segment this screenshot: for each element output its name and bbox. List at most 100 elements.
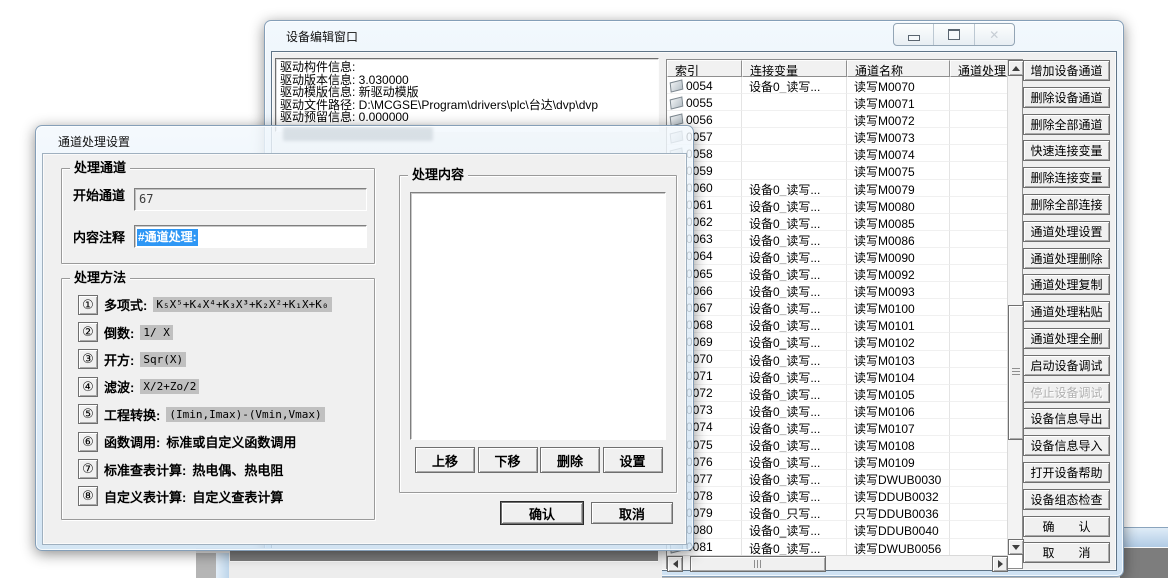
minimize-button[interactable] [894, 24, 934, 45]
sidebar-button[interactable]: 增加设备通道 [1023, 60, 1110, 81]
method-label: 工程转换: [104, 405, 160, 424]
triangle-left-icon [673, 560, 678, 568]
sidebar-button[interactable]: 启动设备调试 [1023, 355, 1110, 376]
table-row[interactable]: 0072设备0_读写...读写M0105 [667, 385, 1008, 402]
sidebar-button[interactable]: 确 认 [1023, 516, 1110, 537]
sidebar-button[interactable]: 打开设备帮助 [1023, 462, 1110, 483]
table-row[interactable]: 0060设备0_读写...读写M0079 [667, 180, 1008, 197]
content-button[interactable]: 删除 [540, 447, 600, 473]
sidebar-button[interactable]: 通道处理复制 [1023, 274, 1110, 295]
table-row[interactable]: 0063设备0_读写...读写M0086 [667, 231, 1008, 248]
methods-list: ①多项式:K₅X⁵+K₄X⁴+K₃X³+K₂X²+K₁X+K₀②倒数:1/ X③… [78, 291, 366, 510]
sidebar-button[interactable]: 设备组态检查 [1023, 489, 1110, 510]
cell-processing [950, 145, 1008, 162]
close-button[interactable]: ✕ [975, 24, 1014, 45]
table-row[interactable]: 0070设备0_读写...读写M0103 [667, 351, 1008, 368]
table-row[interactable]: 0069设备0_读写...读写M0102 [667, 333, 1008, 350]
horizontal-scrollbar-thumb[interactable] [690, 556, 826, 572]
process-content-listbox[interactable] [410, 192, 666, 440]
table-row[interactable]: 0066设备0_读写...读写M0093 [667, 282, 1008, 299]
table-row[interactable]: 0061设备0_读写...读写M0080 [667, 197, 1008, 214]
table-row[interactable]: 0080设备0_读写...读写DDUB0040 [667, 521, 1008, 538]
table-row[interactable]: 0071设备0_读写...读写M0104 [667, 368, 1008, 385]
cell-processing [950, 333, 1008, 350]
table-row[interactable]: 0076设备0_读写...读写M0109 [667, 453, 1008, 470]
confirm-button[interactable]: 确认 [501, 502, 583, 524]
cell-channel-name: 读写M0092 [847, 265, 950, 282]
table-row[interactable]: 0054设备0_读写...读写M0070 [667, 77, 1008, 94]
table-row[interactable]: 0065设备0_读写...读写M0092 [667, 265, 1008, 282]
table-row[interactable]: 0081设备0_读写...读写DWUB0056 [667, 539, 1008, 555]
method-number-button[interactable]: ⑧ [78, 486, 98, 506]
sidebar-button[interactable]: 快速连接变量 [1023, 140, 1110, 161]
table-row[interactable]: 0073设备0_读写...读写M0106 [667, 402, 1008, 419]
sidebar-button[interactable]: 设备信息导入 [1023, 435, 1110, 456]
content-buttons-row: 上移下移删除设置 [415, 447, 663, 473]
cell-processing [950, 436, 1008, 453]
method-number-button[interactable]: ⑥ [78, 432, 98, 452]
comment-input[interactable]: #通道处理: [134, 225, 367, 248]
sidebar-button[interactable]: 删除全部连接 [1023, 194, 1110, 215]
content-button[interactable]: 设置 [603, 447, 663, 473]
device-window-titlebar[interactable]: 设备编辑窗口 ✕ [265, 21, 1123, 48]
sidebar-button[interactable]: 设备信息导出 [1023, 408, 1110, 429]
chip-icon [670, 96, 684, 109]
index-text: 0056 [686, 113, 713, 127]
table-row[interactable]: 0062设备0_读写...读写M0085 [667, 214, 1008, 231]
content-button[interactable]: 上移 [415, 447, 475, 473]
dialog-titlebar[interactable]: 通道处理设置 [36, 126, 693, 153]
cell-variable [742, 128, 847, 145]
sidebar-button[interactable]: 删除全部通道 [1023, 114, 1110, 135]
table-row[interactable]: 0057读写M0073 [667, 128, 1008, 145]
scroll-up-button[interactable] [1008, 60, 1024, 76]
sidebar-button[interactable]: 取 消 [1023, 542, 1110, 563]
column-header-3[interactable]: 通道处理 [950, 60, 1008, 77]
scroll-down-button[interactable] [1008, 539, 1024, 555]
sidebar-button[interactable]: 删除连接变量 [1023, 167, 1110, 188]
cell-variable: 设备0_读写... [742, 385, 847, 402]
sidebar-button[interactable]: 通道处理全删 [1023, 328, 1110, 349]
table-row[interactable]: 0067设备0_读写...读写M0100 [667, 299, 1008, 316]
table-row[interactable]: 0056读写M0072 [667, 111, 1008, 128]
content-button[interactable]: 下移 [478, 447, 538, 473]
sidebar-button[interactable]: 删除设备通道 [1023, 87, 1110, 108]
sidebar-button[interactable]: 通道处理设置 [1023, 221, 1110, 242]
table-row[interactable]: 0064设备0_读写...读写M0090 [667, 248, 1008, 265]
triangle-up-icon [1012, 66, 1020, 71]
method-number-button[interactable]: ④ [78, 377, 98, 397]
cancel-button[interactable]: 取消 [591, 502, 673, 524]
table-row[interactable]: 0058读写M0074 [667, 145, 1008, 162]
desktop-canvas: 设备编辑窗口 ✕ 驱动构件信息:驱动版本信息: 3.030000驱动模版信息: … [0, 0, 1168, 578]
table-row[interactable]: 0075设备0_读写...读写M0108 [667, 436, 1008, 453]
column-header-2[interactable]: 通道名称 [847, 60, 950, 77]
process-methods-group: 处理方法 ①多项式:K₅X⁵+K₄X⁴+K₃X³+K₂X²+K₁X+K₀②倒数:… [61, 278, 375, 520]
table-row[interactable]: 0077设备0_读写...读写DWUB0030 [667, 470, 1008, 487]
scroll-right-button[interactable] [992, 556, 1008, 572]
table-row[interactable]: 0079设备0_只写...只写DDUB0036 [667, 504, 1008, 521]
method-number-button[interactable]: ② [78, 322, 98, 342]
table-row[interactable]: 0055读写M0071 [667, 94, 1008, 111]
sidebar-button[interactable]: 通道处理粘贴 [1023, 301, 1110, 322]
table-row[interactable]: 0074设备0_读写...读写M0107 [667, 419, 1008, 436]
method-number-button[interactable]: ⑤ [78, 404, 98, 424]
vertical-scrollbar-thumb[interactable] [1008, 305, 1024, 440]
method-number-button[interactable]: ⑦ [78, 459, 98, 479]
column-header-0[interactable]: 索引 [667, 60, 742, 77]
sidebar-button[interactable]: 通道处理删除 [1023, 248, 1110, 269]
maximize-button[interactable] [934, 24, 974, 45]
scroll-left-button[interactable] [667, 556, 683, 572]
channel-table-header: 索引连接变量通道名称通道处理 [667, 60, 1008, 77]
method-number-button[interactable]: ① [78, 295, 98, 315]
table-row[interactable]: 0078设备0_读写...读写DDUB0032 [667, 487, 1008, 504]
driver-info-line: 驱动模版信息: 新驱动模版 [280, 86, 654, 99]
driver-info-line: 驱动预留信息: 0.000000 [280, 111, 654, 124]
method-label: 滤波: [104, 377, 134, 396]
column-header-1[interactable]: 连接变量 [742, 60, 847, 77]
cell-variable: 设备0_读写... [742, 487, 847, 504]
horizontal-scrollbar[interactable] [667, 555, 1008, 570]
table-row[interactable]: 0068设备0_读写...读写M0101 [667, 316, 1008, 333]
vertical-scrollbar[interactable] [1007, 60, 1022, 555]
table-row[interactable]: 0059读写M0075 [667, 162, 1008, 179]
method-number-button[interactable]: ③ [78, 349, 98, 369]
cell-index: 0054 [667, 77, 742, 94]
